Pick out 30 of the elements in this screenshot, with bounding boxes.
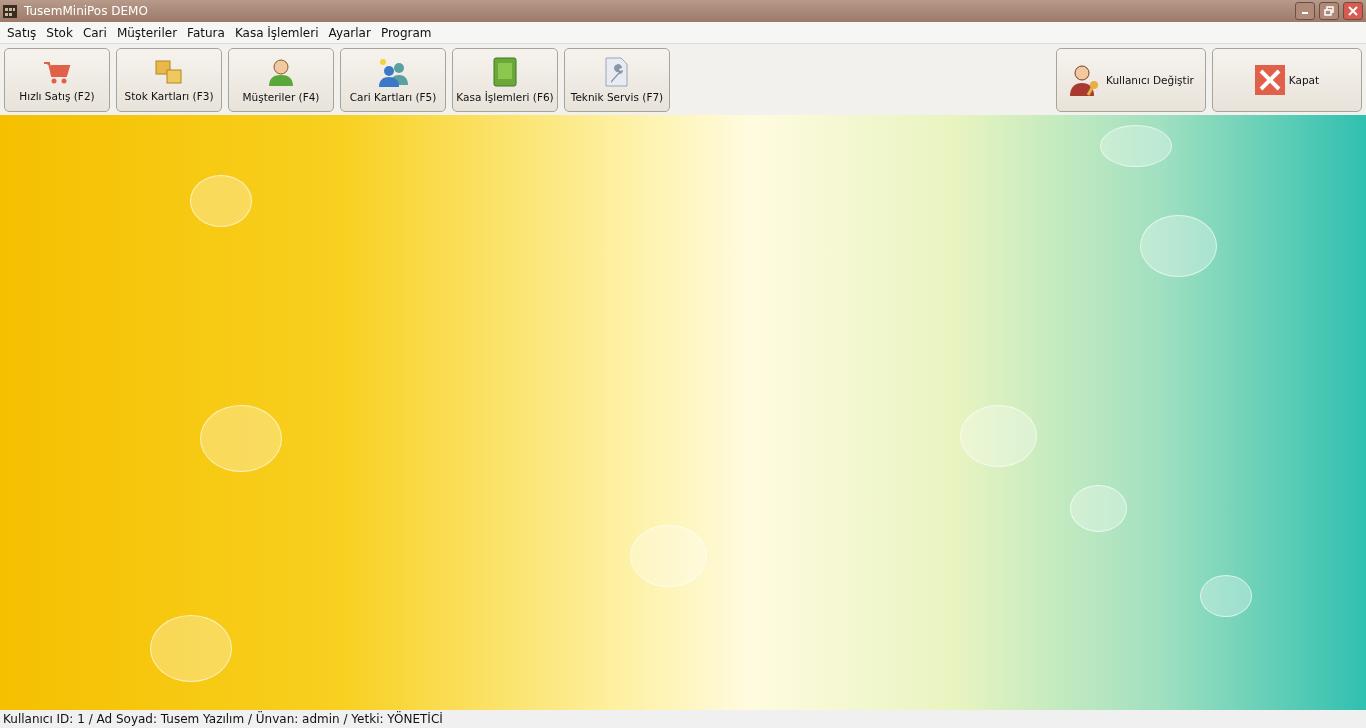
- toolbar-button[interactable]: Kapat: [1212, 47, 1362, 112]
- menu-item[interactable]: Müşteriler: [111, 25, 183, 40]
- menu-item[interactable]: Fatura: [182, 25, 230, 40]
- menu-item[interactable]: Kasa İşlemleri: [229, 25, 324, 40]
- people-icon: [377, 56, 409, 87]
- window-title: TusemMiniPos DEMO: [24, 4, 148, 18]
- menu-item[interactable]: Program: [375, 25, 437, 40]
- toolbar-button[interactable]: Kullanıcı Değiştir: [1056, 47, 1206, 112]
- wrench-icon: [604, 56, 630, 87]
- boxes-icon: [153, 57, 185, 86]
- toolbar-button[interactable]: Kasa İşlemleri (F6): [452, 47, 558, 112]
- close-icon: [1254, 64, 1285, 95]
- status-bar-text: Kullanıcı ID: 1 / Ad Soyad: Tusem Yazılım / Ünvan: admin / Yetki: YÖNETİCİ: [0, 710, 1366, 728]
- toolbar-button[interactable]: Müşteriler (F4): [228, 47, 334, 112]
- menu-item[interactable]: Ayarlar: [323, 25, 376, 40]
- close-button[interactable]: [1343, 2, 1363, 20]
- restore-button[interactable]: [1319, 2, 1339, 20]
- toolbar-button[interactable]: Cari Kartları (F5): [340, 47, 446, 112]
- person-icon: [266, 56, 296, 87]
- app-icon: [3, 4, 17, 18]
- minimize-button[interactable]: [1295, 2, 1315, 20]
- restore-icon: [1324, 6, 1334, 16]
- menu-item[interactable]: Satış: [2, 25, 42, 40]
- book-icon: [493, 56, 517, 87]
- menu-item[interactable]: Cari: [77, 25, 112, 40]
- close-icon: [1348, 6, 1358, 16]
- menu-item[interactable]: Stok: [41, 25, 78, 40]
- toolbar-button[interactable]: Teknik Servis (F7): [564, 47, 670, 112]
- toolbar-button[interactable]: Hızlı Satış (F2): [4, 47, 110, 112]
- toolbar-button[interactable]: Stok Kartları (F3): [116, 47, 222, 112]
